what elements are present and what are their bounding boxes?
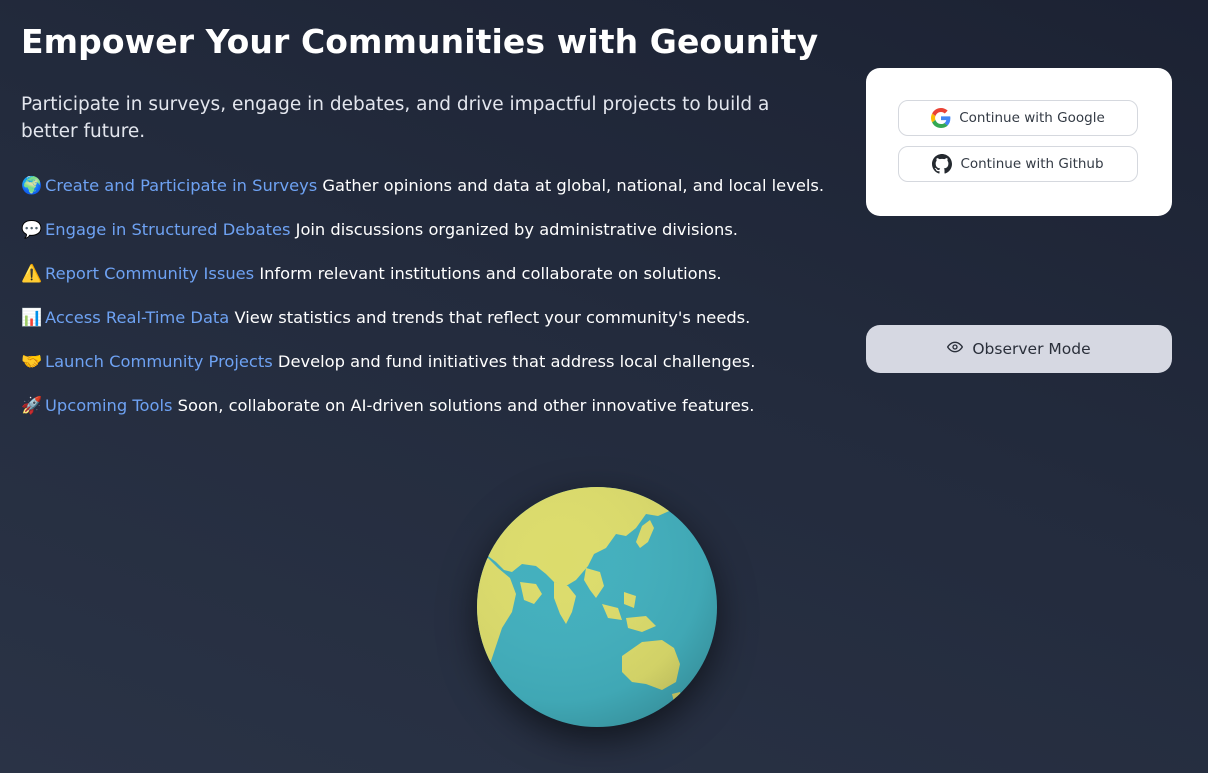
feature-description: Inform relevant institutions and collabo…: [254, 264, 722, 283]
handshake-icon: 🤝: [21, 352, 43, 372]
rocket-icon: 🚀: [21, 396, 43, 416]
globe-icon: 🌍: [21, 176, 43, 196]
observer-mode-label: Observer Mode: [972, 340, 1091, 358]
eye-icon: [947, 339, 964, 359]
feature-link-tools[interactable]: Upcoming Tools: [45, 396, 172, 415]
page-title: Empower Your Communities with Geounity: [21, 22, 819, 61]
feature-item-data: 📊 Access Real-Time Data View statistics a…: [21, 304, 841, 348]
feature-item-debates: 💬 Engage in Structured Debates Join discu…: [21, 216, 841, 260]
feature-description: Join discussions organized by administra…: [290, 220, 738, 239]
github-login-button[interactable]: Continue with Github: [898, 146, 1138, 182]
bar-chart-icon: 📊: [21, 308, 43, 328]
google-button-label: Continue with Google: [959, 110, 1105, 126]
globe-illustration: [476, 486, 718, 728]
feature-item-surveys: 🌍 Create and Participate in Surveys Gathe…: [21, 172, 841, 216]
page-subtitle: Participate in surveys, engage in debate…: [21, 94, 770, 142]
feature-link-data[interactable]: Access Real-Time Data: [45, 308, 229, 327]
feature-description: Soon, collaborate on AI-driven solutions…: [172, 396, 755, 415]
google-login-button[interactable]: Continue with Google: [898, 100, 1138, 136]
observer-mode-button[interactable]: Observer Mode: [866, 325, 1172, 373]
feature-item-tools: 🚀 Upcoming Tools Soon, collaborate on AI-…: [21, 392, 841, 436]
feature-item-projects: 🤝 Launch Community Projects Develop and f…: [21, 348, 841, 392]
feature-description: Gather opinions and data at global, nati…: [317, 176, 825, 195]
github-button-label: Continue with Github: [960, 156, 1104, 172]
feature-list: 🌍 Create and Participate in Surveys Gathe…: [21, 172, 841, 436]
feature-link-issues[interactable]: Report Community Issues: [45, 264, 254, 283]
github-icon: [932, 154, 953, 174]
feature-description: Develop and fund initiatives that addres…: [272, 352, 756, 371]
feature-link-surveys[interactable]: Create and Participate in Surveys: [45, 176, 317, 195]
feature-description: View statistics and trends that reflect …: [229, 308, 751, 327]
feature-link-projects[interactable]: Launch Community Projects: [45, 352, 273, 371]
speech-bubble-icon: 💬: [21, 220, 43, 240]
warning-icon: ⚠️: [21, 264, 43, 284]
feature-link-debates[interactable]: Engage in Structured Debates: [45, 220, 290, 239]
google-icon: [931, 108, 951, 128]
auth-card: Continue with Google Continue with Githu…: [866, 68, 1172, 216]
feature-item-issues: ⚠️ Report Community Issues Inform relevan…: [21, 260, 841, 304]
